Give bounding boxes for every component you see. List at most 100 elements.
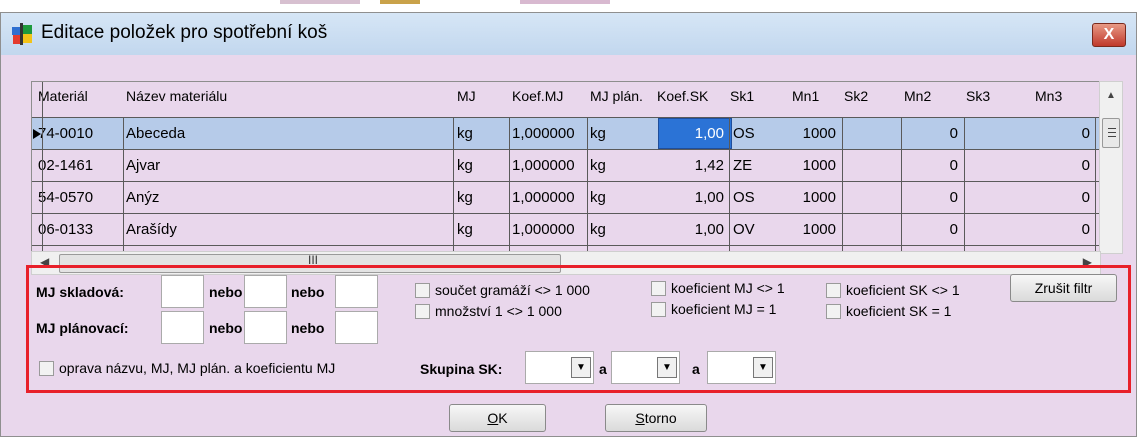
cell-sk1[interactable]: OS bbox=[733, 182, 788, 213]
column-header-mj[interactable]: MJ bbox=[457, 88, 476, 104]
mnozstvi-checkbox[interactable] bbox=[415, 304, 430, 319]
column-header-mj-plan[interactable]: MJ plán. bbox=[590, 88, 643, 104]
cell-name[interactable]: Arašídy bbox=[126, 214, 451, 245]
storno-button[interactable]: Storno bbox=[605, 404, 707, 432]
cell-koef-sk[interactable]: 1,00 bbox=[660, 182, 724, 213]
cell-sk3[interactable] bbox=[968, 214, 1028, 245]
cell-sk3[interactable] bbox=[968, 182, 1028, 213]
cell-sk1[interactable]: OV bbox=[733, 214, 788, 245]
mj-planovaci-input-2[interactable] bbox=[244, 311, 287, 344]
cell-mn3[interactable]: 0 bbox=[1032, 182, 1090, 213]
dropdown-arrow-icon[interactable]: ▼ bbox=[753, 357, 773, 378]
cell-sk1[interactable]: ZE bbox=[733, 150, 788, 181]
cell-koef-mj[interactable]: 1,000000 bbox=[512, 214, 587, 245]
column-header-koef-mj[interactable]: Koef.MJ bbox=[512, 88, 563, 104]
cell-mj-plan[interactable]: kg bbox=[590, 118, 650, 149]
koef-mj-one-checkbox[interactable] bbox=[651, 302, 666, 317]
koef-sk-not-one-checkbox[interactable] bbox=[826, 283, 841, 298]
cell-mn3[interactable]: 0 bbox=[1032, 214, 1090, 245]
cell-sk2[interactable] bbox=[847, 182, 897, 213]
cell-mn1[interactable]: 1000 bbox=[788, 182, 836, 213]
cell-material[interactable]: 54-0570 bbox=[38, 182, 122, 213]
zrusit-filtr-button[interactable]: Zrušit filtr bbox=[1010, 274, 1117, 302]
table-row[interactable]: 54-0570 Anýz kg 1,000000 kg 1,00 OS 1000… bbox=[32, 182, 1100, 213]
column-header-mn3[interactable]: Mn3 bbox=[1035, 88, 1062, 104]
title-bar[interactable]: Editace položek pro spotřební koš X bbox=[1, 13, 1136, 55]
mj-skladova-input-3[interactable] bbox=[335, 275, 378, 308]
grid-line bbox=[32, 181, 1100, 182]
cell-koef-sk[interactable]: 1,42 bbox=[660, 150, 724, 181]
background-strip bbox=[0, 0, 1137, 12]
cell-mn3[interactable]: 0 bbox=[1032, 118, 1090, 149]
cell-mn1[interactable]: 1000 bbox=[788, 118, 836, 149]
cell-mj[interactable]: kg bbox=[457, 118, 507, 149]
cell-mj[interactable]: kg bbox=[457, 214, 507, 245]
nebo-label: nebo bbox=[209, 320, 243, 336]
column-header-sk3[interactable]: Sk3 bbox=[966, 88, 990, 104]
cell-mn2[interactable]: 0 bbox=[904, 214, 958, 245]
mj-planovaci-input-1[interactable] bbox=[161, 311, 204, 344]
column-header-material[interactable]: Materiál bbox=[38, 88, 88, 104]
koef-sk-not-one-label: koeficient SK <> 1 bbox=[846, 282, 960, 298]
cell-mn1[interactable]: 1000 bbox=[788, 150, 836, 181]
close-button[interactable]: X bbox=[1092, 23, 1126, 47]
cell-koef-sk[interactable]: 1,00 bbox=[660, 118, 724, 149]
cell-mj-plan[interactable]: kg bbox=[590, 214, 650, 245]
cell-mj-plan[interactable]: kg bbox=[590, 150, 650, 181]
table-row[interactable]: 74-0010 Abeceda kg 1,000000 kg 1,00 OS 1… bbox=[32, 118, 1100, 149]
oprava-nazvu-checkbox[interactable] bbox=[39, 361, 54, 376]
vertical-scrollbar[interactable]: ▲ bbox=[1099, 81, 1123, 254]
cell-sk2[interactable] bbox=[847, 150, 897, 181]
grid-line bbox=[32, 149, 1100, 150]
cell-mn2[interactable]: 0 bbox=[904, 118, 958, 149]
column-header-koef-sk[interactable]: Koef.SK bbox=[657, 88, 708, 104]
cell-sk2[interactable] bbox=[847, 214, 897, 245]
cell-sk1[interactable]: OS bbox=[733, 118, 788, 149]
scroll-up-icon[interactable]: ▲ bbox=[1106, 90, 1116, 101]
cell-mn1[interactable]: 1000 bbox=[788, 214, 836, 245]
cell-material[interactable]: 02-1461 bbox=[38, 150, 122, 181]
cell-mj[interactable]: kg bbox=[457, 182, 507, 213]
cell-name[interactable]: Abeceda bbox=[126, 118, 451, 149]
cell-koef-mj[interactable]: 1,000000 bbox=[512, 118, 587, 149]
ok-button[interactable]: OK bbox=[449, 404, 546, 432]
cell-koef-mj[interactable]: 1,000000 bbox=[512, 182, 587, 213]
grip-line bbox=[1108, 136, 1116, 137]
soucet-gramazi-checkbox[interactable] bbox=[415, 283, 430, 298]
cell-sk2[interactable] bbox=[847, 118, 897, 149]
items-grid[interactable]: Materiál Název materiálu MJ Koef.MJ MJ p… bbox=[31, 81, 1101, 253]
cell-name[interactable]: Ajvar bbox=[126, 150, 451, 181]
cell-mj[interactable]: kg bbox=[457, 150, 507, 181]
cell-sk3[interactable] bbox=[968, 150, 1028, 181]
mj-planovaci-input-3[interactable] bbox=[335, 311, 378, 344]
column-header-sk1[interactable]: Sk1 bbox=[730, 88, 754, 104]
dropdown-arrow-icon[interactable]: ▼ bbox=[657, 357, 677, 378]
oprava-nazvu-label: oprava názvu, MJ, MJ plán. a koeficientu… bbox=[59, 360, 336, 376]
koef-sk-one-checkbox[interactable] bbox=[826, 304, 841, 319]
storno-mnemonic: S bbox=[635, 410, 645, 426]
column-header-mn1[interactable]: Mn1 bbox=[792, 88, 819, 104]
cell-name[interactable]: Anýz bbox=[126, 182, 451, 213]
column-header-name[interactable]: Název materiálu bbox=[126, 88, 227, 104]
skupina-sk-select-3[interactable]: ▼ bbox=[707, 351, 776, 384]
table-row[interactable]: 02-1461 Ajvar kg 1,000000 kg 1,42 ZE 100… bbox=[32, 150, 1100, 181]
table-row[interactable]: 06-0133 Arašídy kg 1,000000 kg 1,00 OV 1… bbox=[32, 214, 1100, 245]
skupina-sk-select-2[interactable]: ▼ bbox=[611, 351, 680, 384]
koef-mj-not-one-checkbox[interactable] bbox=[651, 281, 666, 296]
dropdown-arrow-icon[interactable]: ▼ bbox=[571, 357, 591, 378]
column-header-mn2[interactable]: Mn2 bbox=[904, 88, 931, 104]
mj-skladova-input-1[interactable] bbox=[161, 275, 204, 308]
skupina-sk-select-1[interactable]: ▼ bbox=[525, 351, 594, 384]
cell-sk3[interactable] bbox=[968, 118, 1028, 149]
cell-mn3[interactable]: 0 bbox=[1032, 150, 1090, 181]
cell-mn2[interactable]: 0 bbox=[904, 182, 958, 213]
cell-material[interactable]: 06-0133 bbox=[38, 214, 122, 245]
cell-material[interactable]: 74-0010 bbox=[38, 118, 122, 149]
vertical-scroll-thumb[interactable] bbox=[1102, 118, 1120, 148]
cell-mj-plan[interactable]: kg bbox=[590, 182, 650, 213]
mj-skladova-input-2[interactable] bbox=[244, 275, 287, 308]
cell-koef-mj[interactable]: 1,000000 bbox=[512, 150, 587, 181]
column-header-sk2[interactable]: Sk2 bbox=[844, 88, 868, 104]
cell-mn2[interactable]: 0 bbox=[904, 150, 958, 181]
cell-koef-sk[interactable]: 1,00 bbox=[660, 214, 724, 245]
